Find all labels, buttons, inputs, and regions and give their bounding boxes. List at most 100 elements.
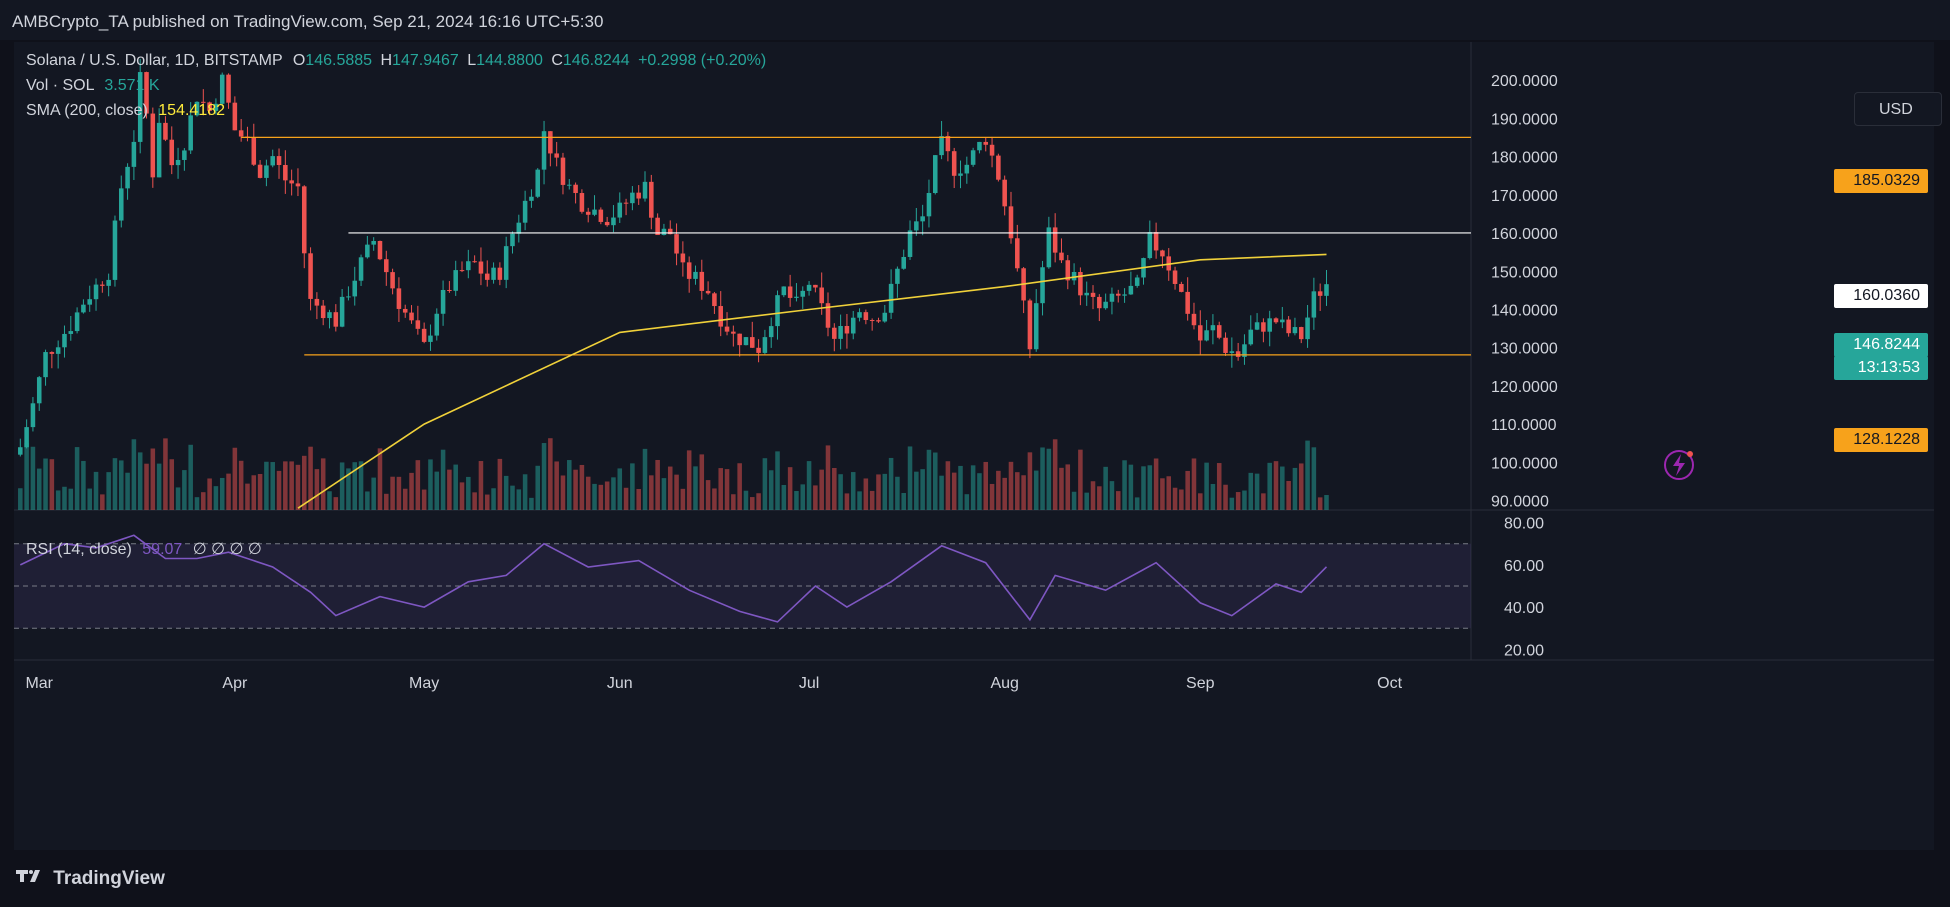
candle-body — [838, 326, 843, 339]
volume-bar — [794, 490, 799, 510]
volume-bar — [1002, 477, 1007, 510]
volume-bar — [649, 475, 654, 510]
volume-bar — [768, 470, 774, 510]
candle-body — [516, 222, 522, 234]
volume-bar — [611, 477, 616, 510]
candle-body — [781, 286, 787, 296]
volume-bar — [434, 471, 440, 510]
candle-body — [819, 287, 824, 304]
volume-bar — [415, 460, 421, 510]
volume-bar — [592, 483, 597, 510]
candle-body — [1134, 277, 1140, 286]
candle-body — [649, 181, 654, 218]
candle-body — [163, 122, 168, 140]
volume-bar — [283, 461, 288, 510]
candle-body — [1298, 327, 1304, 340]
volume-bar — [667, 466, 673, 510]
time-tick-label: Oct — [1377, 675, 1402, 692]
volume-bar — [800, 484, 806, 510]
candle-body — [421, 328, 427, 342]
volume-bar — [951, 472, 957, 510]
candle-body — [548, 131, 553, 154]
candle-body — [150, 113, 156, 178]
volume-bar — [100, 494, 105, 510]
lightning-alert-icon[interactable] — [1664, 450, 1694, 480]
volume-bar — [996, 470, 1001, 510]
volume-bar — [958, 465, 963, 510]
volume-bar — [447, 469, 452, 510]
volume-bar — [466, 476, 471, 510]
candle-body — [352, 280, 358, 297]
volume-bar — [1229, 497, 1235, 510]
volume-bar — [686, 450, 692, 510]
candle-body — [636, 192, 641, 199]
candle-body — [579, 193, 585, 212]
candle-body — [1305, 317, 1310, 340]
candle-body — [1097, 296, 1102, 309]
volume-bar — [1160, 478, 1165, 510]
candle-body — [977, 141, 982, 151]
volume-bar — [24, 442, 29, 510]
volume-bar — [964, 494, 970, 510]
candle-body — [453, 270, 458, 291]
candle-body — [718, 306, 723, 327]
candle-body — [907, 230, 913, 257]
volume-bar — [491, 488, 496, 510]
volume-bar — [813, 485, 818, 510]
volume-bar — [478, 461, 484, 510]
candle-body — [1223, 337, 1228, 353]
price-tick-label: 160.0000 — [1491, 226, 1558, 243]
tradingview-logo-icon — [14, 868, 44, 890]
sma-label[interactable]: SMA (200, close) — [26, 102, 148, 119]
candle-body — [914, 221, 919, 231]
tradingview-footer[interactable]: TradingView — [14, 868, 165, 890]
volume-bar — [257, 473, 263, 510]
candle-body — [484, 273, 490, 280]
rsi-label[interactable]: RSI (14, close) — [26, 541, 132, 558]
candle-body — [415, 320, 421, 329]
volume-bar — [977, 473, 982, 510]
candle-body — [510, 233, 515, 247]
price-chart-svg[interactable]: 90.0000 100.0000 110.0000 120.0000 130.0000 1… — [14, 42, 1934, 850]
symbol-label[interactable]: Solana / U.S. Dollar, 1D, BITSTAMP — [26, 52, 282, 69]
candle-body — [617, 202, 623, 218]
high-label: H — [380, 52, 393, 69]
volume-bar — [1134, 497, 1140, 510]
volume-bar — [926, 449, 932, 510]
volume-bar — [453, 464, 458, 510]
candle-body — [1115, 293, 1121, 296]
volume-bar — [630, 463, 635, 510]
volume-bar — [43, 458, 48, 510]
candle-body — [731, 331, 736, 334]
candle-body — [409, 312, 414, 321]
volume-bar — [1204, 462, 1209, 510]
volume-bar — [939, 475, 944, 510]
volume-bar — [888, 457, 894, 510]
volume-bar — [1179, 489, 1184, 510]
chart-panel[interactable]: 90.0000 100.0000 110.0000 120.0000 130.0000 1… — [14, 42, 1942, 850]
candle-body — [964, 164, 970, 174]
candle-body — [327, 312, 332, 319]
volume-bar — [245, 483, 250, 510]
currency-button[interactable]: USD — [1854, 92, 1942, 126]
level-185-tag: 185.0329 — [1834, 169, 1928, 193]
volume-bar — [970, 465, 976, 510]
candle-body — [686, 262, 692, 279]
candle-body — [18, 447, 23, 455]
volume-bar — [81, 460, 86, 510]
volume-bar — [459, 482, 465, 510]
volume-bar — [118, 460, 124, 510]
volume-bar — [781, 484, 787, 510]
volume-label[interactable]: Vol · SOL — [26, 77, 94, 94]
ohlc-legend: Solana / U.S. Dollar, 1D, BITSTAMP O146.… — [26, 52, 766, 70]
candle-body — [182, 150, 187, 160]
candle-body — [857, 312, 862, 318]
candle-body — [339, 296, 345, 327]
volume-value: 3.571 K — [104, 77, 160, 94]
volume-bar — [264, 461, 269, 510]
volume-bar — [1324, 495, 1329, 510]
candle-body — [289, 180, 294, 184]
volume-bar — [895, 476, 900, 510]
candle-body — [560, 157, 566, 185]
volume-bar — [163, 438, 168, 510]
